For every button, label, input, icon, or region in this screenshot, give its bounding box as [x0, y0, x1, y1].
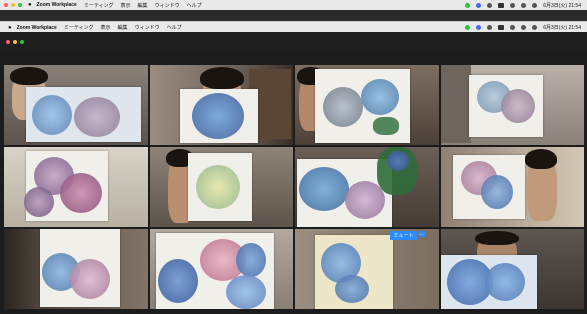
more-options-button[interactable]: …	[418, 231, 425, 237]
app-status-icon[interactable]	[476, 25, 482, 30]
accessibility-icon[interactable]	[487, 25, 493, 30]
wifi-icon[interactable]	[510, 25, 516, 30]
participant-tile[interactable]	[4, 65, 148, 145]
battery-icon[interactable]	[498, 2, 505, 8]
menu-app-name[interactable]: Zoom Workplace	[37, 2, 77, 8]
participant-tile[interactable]	[149, 229, 293, 309]
menu-edit[interactable]: 編集	[118, 24, 128, 31]
search-icon[interactable]	[521, 2, 527, 8]
close-window-button[interactable]	[4, 3, 8, 7]
window-title-bar	[0, 10, 587, 21]
participant-tile-active-speaker[interactable]	[149, 65, 293, 145]
menu-meeting[interactable]: ミーティング	[84, 2, 114, 9]
apple-menu-icon[interactable]: ●	[8, 25, 12, 31]
participant-tile[interactable]	[440, 147, 584, 227]
clock[interactable]: 6月3日(火) 21:54	[543, 24, 581, 31]
accessibility-icon[interactable]	[487, 2, 493, 8]
apple-menu-icon[interactable]: ●	[28, 2, 32, 8]
clock[interactable]: 6月3日(火) 21:54	[543, 2, 581, 9]
maximize-window-button[interactable]	[18, 3, 22, 7]
menu-app-name[interactable]: Zoom Workplace	[17, 25, 57, 31]
search-icon[interactable]	[521, 25, 527, 30]
menu-help[interactable]: ヘルプ	[187, 2, 202, 9]
menu-window[interactable]: ウィンドウ	[155, 2, 180, 9]
participant-tile[interactable]	[149, 147, 293, 227]
menu-view[interactable]: 表示	[101, 24, 111, 31]
status-area: 6月3日(火) 21:54	[465, 24, 581, 31]
mute-label: ミュート	[390, 231, 417, 240]
participant-tile[interactable]	[4, 229, 148, 309]
participant-tile[interactable]	[440, 65, 584, 145]
mac-menu-bar: ● Zoom Workplace ミーティング 表示 編集 ウィンドウ ヘルプ …	[0, 0, 587, 10]
participant-tile[interactable]	[440, 229, 584, 309]
battery-icon[interactable]	[498, 25, 505, 30]
participant-tile[interactable]	[295, 147, 439, 227]
minimize-window-button[interactable]	[13, 40, 17, 44]
participant-tile[interactable]	[4, 147, 148, 227]
wifi-icon[interactable]	[510, 2, 516, 8]
menu-window[interactable]: ウィンドウ	[135, 24, 160, 31]
menu-meeting[interactable]: ミーティング	[64, 24, 94, 31]
close-window-button[interactable]	[6, 40, 10, 44]
menu-edit[interactable]: 編集	[138, 2, 148, 9]
control-center-icon[interactable]	[532, 2, 538, 8]
participant-tile[interactable]: ミュート …	[295, 229, 439, 309]
menu-help[interactable]: ヘルプ	[167, 24, 182, 31]
zoom-window-title-bar	[0, 32, 587, 52]
zoom-status-icon[interactable]	[465, 25, 471, 30]
zoom-status-icon[interactable]	[465, 2, 471, 8]
status-area: 6月3日(火) 21:54	[465, 2, 581, 9]
app-status-icon[interactable]	[476, 2, 482, 8]
maximize-window-button[interactable]	[20, 40, 24, 44]
doorway	[440, 65, 471, 143]
window-controls	[4, 3, 22, 7]
minimize-window-button[interactable]	[11, 3, 15, 7]
window-controls	[6, 40, 24, 44]
control-center-icon[interactable]	[532, 25, 538, 30]
participant-tile[interactable]	[295, 65, 439, 145]
gallery-view: ミュート …	[4, 65, 584, 309]
menu-view[interactable]: 表示	[121, 2, 131, 9]
